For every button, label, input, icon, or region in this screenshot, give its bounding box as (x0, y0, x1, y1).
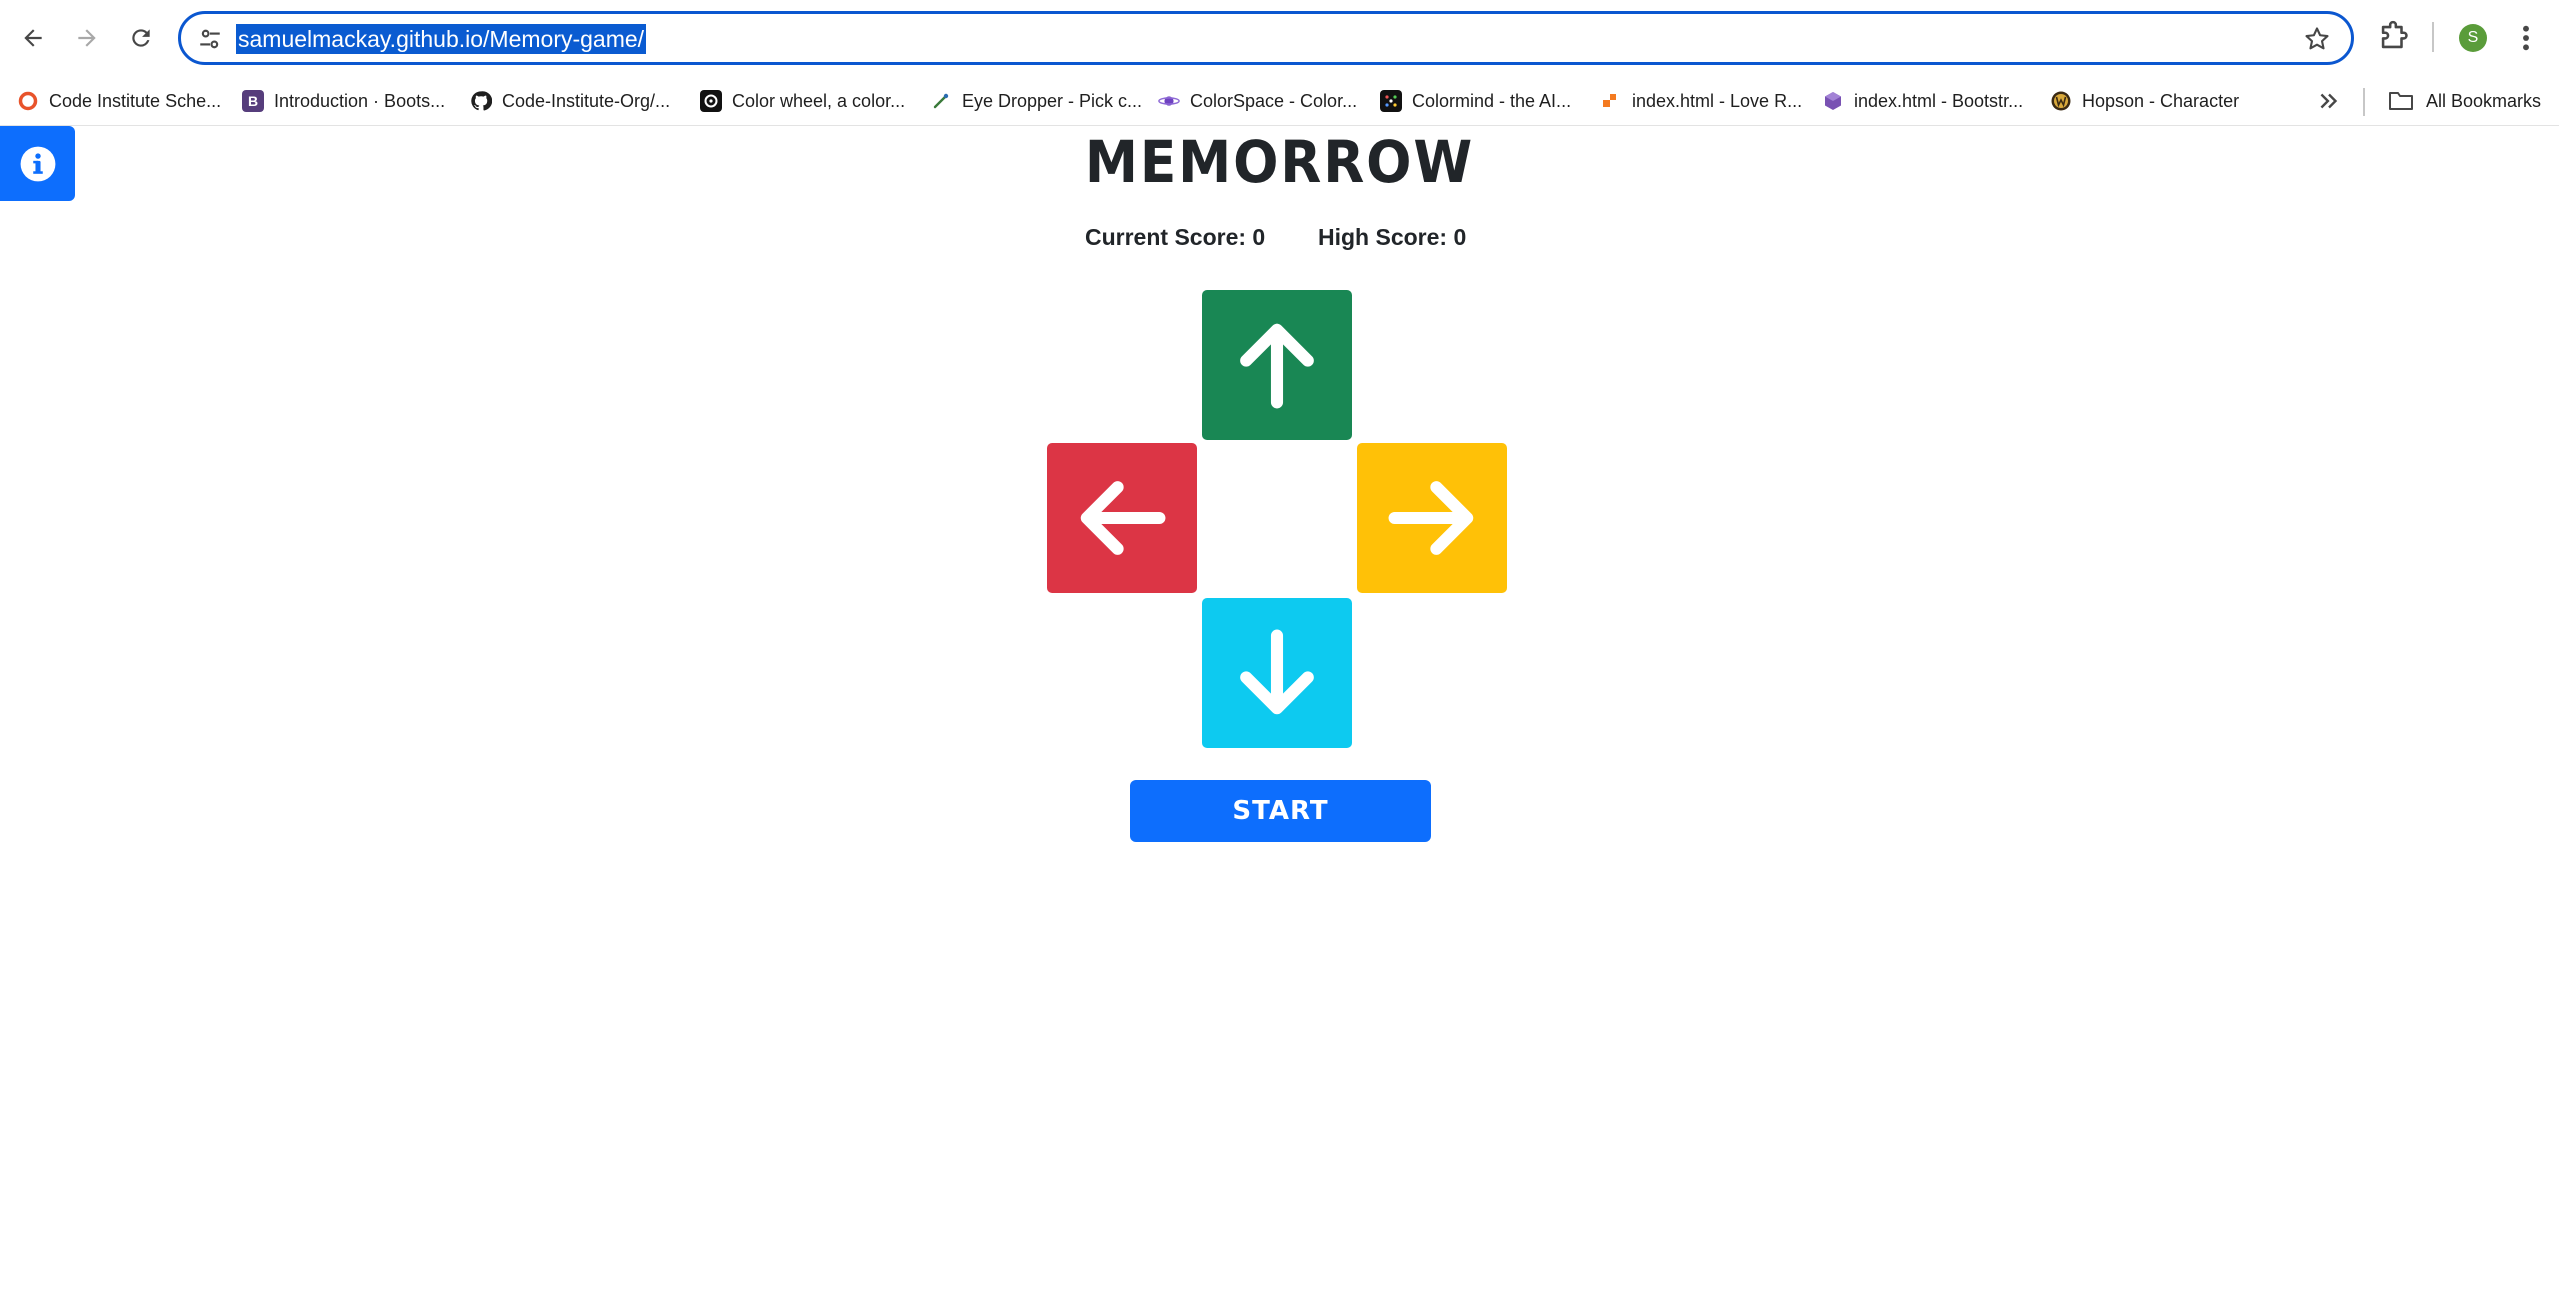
code-institute-icon (17, 90, 39, 112)
bookmark-item[interactable]: index.html - Bootstr... (1822, 76, 2023, 126)
bookmark-item[interactable]: Colormind - the AI... (1380, 76, 1571, 126)
bookmark-item[interactable]: Eye Dropper - Pick c... (930, 76, 1142, 126)
page-title: MEMORROW (1084, 128, 1475, 196)
high-score: High Score: 0 (1318, 224, 1467, 250)
left-arrow-button[interactable] (1047, 443, 1197, 593)
all-bookmarks-label: All Bookmarks (2426, 90, 2542, 111)
bookmark-label: ColorSpace - Color... (1190, 90, 1358, 111)
arrow-down-icon (1240, 629, 1314, 715)
arrow-up-icon (1240, 323, 1314, 409)
love-running-icon (1600, 90, 1622, 112)
score-panel: Current Score: 0 High Score: 0 (0, 224, 2559, 256)
current-score: Current Score: 0 (1085, 224, 1266, 250)
chevron-double-right-icon[interactable] (2316, 88, 2342, 114)
bookmark-item[interactable]: Code Institute Sche... (17, 76, 221, 126)
profile-avatar[interactable]: S (2459, 24, 2487, 52)
bookmark-label: index.html - Love R... (1632, 90, 1803, 111)
bookmark-item[interactable]: B Introduction · Boots... (242, 76, 445, 126)
info-circle-icon (20, 146, 55, 181)
toolbar-divider (2432, 22, 2434, 52)
bookmark-label: Introduction · Boots... (274, 90, 446, 111)
hopson-icon (2050, 90, 2072, 112)
info-button[interactable] (0, 126, 75, 201)
eyedropper-icon (930, 90, 952, 112)
bookmark-item[interactable]: Color wheel, a color... (700, 76, 905, 126)
extensions-puzzle-icon[interactable] (2376, 20, 2410, 54)
bookmark-item[interactable]: ColorSpace - Color... (1158, 76, 1357, 126)
all-bookmarks-button[interactable]: All Bookmarks (2388, 76, 2541, 126)
github-icon (470, 90, 492, 112)
canva-color-icon (700, 90, 722, 112)
start-button[interactable]: START (1130, 780, 1431, 842)
bookmarks-bar: Code Institute Sche... B Introduction · … (0, 76, 2559, 126)
forward-arrow-icon (78, 29, 96, 47)
bookmark-label: Code Institute Sche... (49, 90, 222, 111)
up-arrow-button[interactable] (1202, 290, 1352, 440)
down-arrow-button[interactable] (1202, 598, 1352, 748)
bookmark-item[interactable]: Hopson - Character (2050, 76, 2239, 126)
reload-icon (132, 29, 150, 47)
site-settings-icon[interactable] (197, 26, 223, 52)
bookmark-label: Colormind - the AI... (1412, 90, 1572, 111)
right-arrow-button[interactable] (1357, 443, 1507, 593)
address-bar[interactable]: samuelmackay.github.io/Memory-game/ (178, 11, 2354, 65)
url-text[interactable]: samuelmackay.github.io/Memory-game/ (236, 24, 647, 54)
bookmarks-divider (2363, 88, 2365, 116)
back-arrow-icon (24, 29, 42, 47)
bootstrap-icon: B (242, 90, 264, 112)
browser-toolbar: samuelmackay.github.io/Memory-game/ S (0, 0, 2559, 76)
bookmark-label: Color wheel, a color... (732, 90, 906, 111)
back-button[interactable] (13, 18, 53, 58)
arrow-left-icon (1080, 481, 1166, 555)
arrow-right-icon (1388, 481, 1474, 555)
colormind-icon (1380, 90, 1402, 112)
bookmark-label: index.html - Bootstr... (1854, 90, 2024, 111)
bookmark-item[interactable]: Code-Institute-Org/... (470, 76, 670, 126)
more-menu-icon[interactable] (2516, 22, 2536, 54)
bookmark-label: Eye Dropper - Pick c... (962, 90, 1143, 111)
folder-icon (2389, 92, 2413, 110)
forward-button[interactable] (67, 18, 107, 58)
bookmark-item[interactable]: index.html - Love R... (1600, 76, 1802, 126)
bookmark-label: Hopson - Character (2082, 90, 2240, 111)
bookmark-star-icon[interactable] (2303, 25, 2331, 53)
colorspace-planet-icon (1158, 90, 1180, 112)
bootstrap-cube-icon (1822, 90, 1844, 112)
bookmark-label: Code-Institute-Org/... (502, 90, 671, 111)
reload-button[interactable] (121, 18, 161, 58)
